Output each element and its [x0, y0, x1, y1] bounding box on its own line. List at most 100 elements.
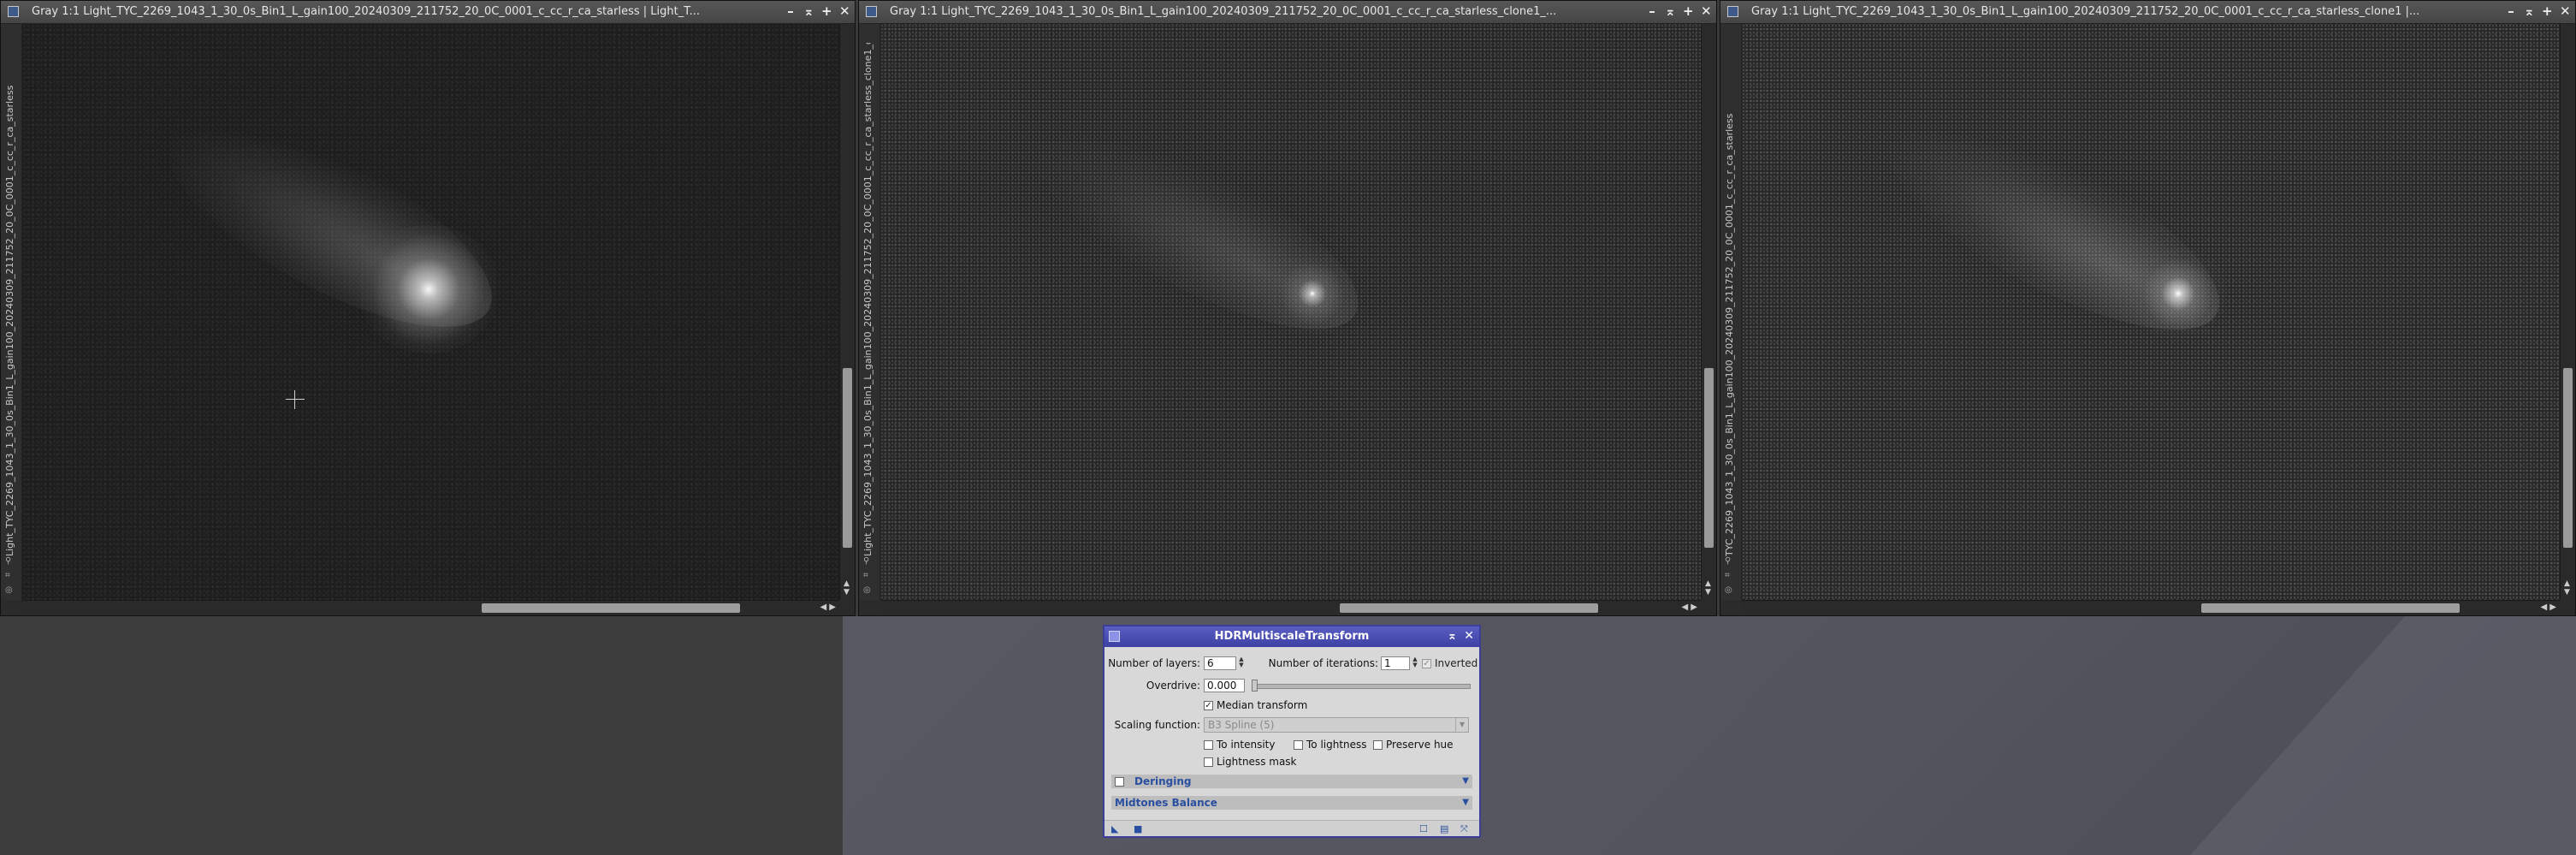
scroll-arrows-icon[interactable]: ▲ ▼ — [844, 579, 850, 597]
overdrive-slider[interactable] — [1252, 684, 1471, 689]
stf-icon[interactable]: ⌗ — [5, 571, 13, 580]
dialog-titlebar[interactable]: HDRMultiscaleTransform ⌅ ✕ — [1104, 626, 1479, 647]
scroll-arrows-icon[interactable]: ▲ ▼ — [2564, 579, 2570, 597]
window-title: Gray 1:1 Light_TYC_2269_1043_1_30_0s_Bin… — [890, 5, 1557, 18]
horizontal-scroll-thumb[interactable] — [2201, 603, 2460, 613]
shade-icon[interactable]: ⌅ — [1665, 3, 1676, 19]
deringing-section[interactable]: Deringing ▼ — [1111, 775, 1472, 788]
scroll-arrows-horizontal-icon[interactable]: ◀ ▶ — [1681, 603, 1697, 612]
iterations-spin-icon[interactable]: ▲ ▼ — [1411, 656, 1419, 670]
vertical-scrollbar[interactable]: ▲ ▼ — [1701, 24, 1716, 600]
to-intensity-checkbox[interactable]: To intensity — [1204, 739, 1275, 751]
median-transform-checkbox[interactable]: ✓ Median transform — [1204, 699, 1307, 711]
vertical-scroll-thumb[interactable] — [843, 368, 852, 548]
track-view-icon[interactable]: ▤ — [1440, 823, 1448, 834]
expand-icon[interactable]: ▼ — [1462, 775, 1469, 788]
iterations-input[interactable]: 1 — [1381, 656, 1410, 670]
image-canvas[interactable] — [1742, 24, 2560, 600]
scroll-corner — [840, 601, 855, 615]
window-titlebar[interactable]: Gray 1:1 Light_TYC_2269_1043_1_30_0s_Bin… — [1720, 1, 2575, 24]
horizontal-scroll-thumb[interactable] — [1340, 603, 1598, 613]
maximize-icon[interactable]: + — [2542, 3, 2553, 19]
shade-icon[interactable]: ⌅ — [1448, 629, 1458, 643]
to-lightness-checkbox[interactable]: To lightness — [1294, 739, 1367, 751]
deringing-label: Deringing — [1134, 775, 1192, 787]
image-window-icon[interactable] — [1727, 6, 1738, 17]
layers-spin-icon[interactable]: ▲ ▼ — [1237, 656, 1246, 670]
horizontal-scrollbar[interactable]: ◀ ▶ — [1742, 600, 2560, 615]
checkbox-checked-icon: ✓ — [1204, 701, 1213, 710]
image-window-icon[interactable] — [866, 6, 877, 17]
vertical-scroll-thumb[interactable] — [2563, 368, 2573, 548]
scaling-function-value: B3 Spline (5) — [1208, 719, 1275, 731]
minimize-icon[interactable]: – — [1647, 3, 1657, 19]
window-titlebar[interactable]: Gray 1:1 Light_TYC_2269_1043_1_30_0s_Bin… — [859, 1, 1716, 24]
image-window-3[interactable]: Gray 1:1 Light_TYC_2269_1043_1_30_0s_Bin… — [1720, 0, 2576, 616]
apply-icon[interactable]: ■ — [1134, 823, 1142, 834]
median-transform-label: Median transform — [1217, 699, 1308, 711]
scroll-arrows-icon[interactable]: ▲ ▼ — [1705, 579, 1711, 597]
browse-documentation-icon[interactable]: ☐ — [1419, 823, 1428, 834]
lock-icon[interactable]: ⚲ — [5, 556, 13, 566]
comet-coma — [356, 225, 501, 353]
checkbox-icon — [1204, 740, 1213, 750]
image-window-1[interactable]: Gray 1:1 Light_TYC_2269_1043_1_30_0s_Bin… — [0, 0, 856, 616]
shade-icon[interactable]: ⌅ — [2524, 3, 2535, 19]
vertical-scrollbar[interactable]: ▲ ▼ — [2560, 24, 2575, 600]
checkbox-checked-icon: ✓ — [1422, 659, 1431, 668]
midtones-balance-section[interactable]: Midtones Balance ▼ — [1111, 796, 1472, 810]
settings-icon[interactable]: ◎ — [5, 585, 13, 595]
workspace-background — [0, 616, 843, 855]
lock-icon[interactable]: ⚲ — [863, 556, 871, 566]
close-icon[interactable]: ✕ — [1701, 3, 1712, 19]
horizontal-scroll-thumb[interactable] — [482, 603, 740, 613]
lightness-mask-checkbox[interactable]: Lightness mask — [1204, 756, 1297, 768]
horizontal-scrollbar[interactable]: ◀ ▶ — [880, 600, 1701, 615]
layers-input[interactable]: 6 — [1204, 656, 1236, 670]
cursor-crosshair — [286, 390, 305, 409]
window-title: Gray 1:1 Light_TYC_2269_1043_1_30_0s_Bin… — [32, 5, 701, 18]
close-icon[interactable]: ✕ — [839, 3, 850, 19]
scaling-function-label: Scaling function: — [1114, 719, 1200, 731]
checkbox-icon — [1294, 740, 1303, 750]
vertical-scroll-thumb[interactable] — [1704, 368, 1714, 548]
inverted-checkbox[interactable]: ✓ Inverted — [1422, 657, 1477, 669]
dialog-footer: ◣ ■ ☐ ▤ ⤧ — [1104, 820, 1479, 836]
horizontal-scrollbar[interactable]: ◀ ▶ — [22, 600, 839, 615]
dialog-title: HDRMultiscaleTransform — [1214, 630, 1370, 643]
minimize-icon[interactable]: – — [2506, 3, 2516, 19]
checkbox-icon[interactable] — [1115, 777, 1124, 787]
new-instance-icon[interactable]: ◣ — [1111, 823, 1118, 834]
lock-icon[interactable]: ⚲ — [1725, 556, 1732, 566]
inverted-label: Inverted — [1435, 657, 1478, 669]
settings-icon[interactable]: ◎ — [1725, 585, 1732, 595]
settings-icon[interactable]: ◎ — [863, 585, 871, 595]
reset-icon[interactable]: ⤧ — [1460, 823, 1468, 835]
chevron-down-icon: ▼ — [1455, 718, 1468, 732]
image-canvas[interactable] — [22, 24, 839, 600]
lightness-mask-label: Lightness mask — [1217, 756, 1297, 768]
preserve-hue-checkbox[interactable]: Preserve hue — [1373, 739, 1454, 751]
image-canvas[interactable] — [880, 24, 1701, 600]
window-titlebar[interactable]: Gray 1:1 Light_TYC_2269_1043_1_30_0s_Bin… — [1, 1, 855, 24]
stf-icon[interactable]: ⌗ — [1725, 571, 1732, 580]
scroll-arrows-horizontal-icon[interactable]: ◀ ▶ — [2540, 603, 2556, 612]
maximize-icon[interactable]: + — [1683, 3, 1694, 19]
image-window-2[interactable]: Gray 1:1 Light_TYC_2269_1043_1_30_0s_Bin… — [858, 0, 1717, 616]
hdr-multiscale-transform-dialog[interactable]: HDRMultiscaleTransform ⌅ ✕ Number of lay… — [1103, 625, 1481, 838]
scroll-arrows-horizontal-icon[interactable]: ◀ ▶ — [820, 603, 836, 612]
vertical-scrollbar[interactable]: ▲ ▼ — [839, 24, 855, 600]
close-icon[interactable]: ✕ — [1464, 629, 1474, 643]
to-lightness-label: To lightness — [1306, 739, 1367, 751]
stf-icon[interactable]: ⌗ — [863, 571, 871, 580]
scaling-function-select[interactable]: B3 Spline (5) ▼ — [1204, 717, 1469, 733]
image-window-icon[interactable] — [8, 6, 19, 17]
expand-icon[interactable]: ▼ — [1462, 796, 1469, 810]
close-icon[interactable]: ✕ — [2560, 3, 2571, 19]
minimize-icon[interactable]: – — [785, 3, 796, 19]
midtones-balance-label: Midtones Balance — [1115, 797, 1217, 809]
shade-icon[interactable]: ⌅ — [803, 3, 814, 19]
overdrive-slider-knob[interactable] — [1252, 680, 1258, 692]
maximize-icon[interactable]: + — [821, 3, 832, 19]
overdrive-input[interactable]: 0.000 — [1204, 679, 1245, 692]
